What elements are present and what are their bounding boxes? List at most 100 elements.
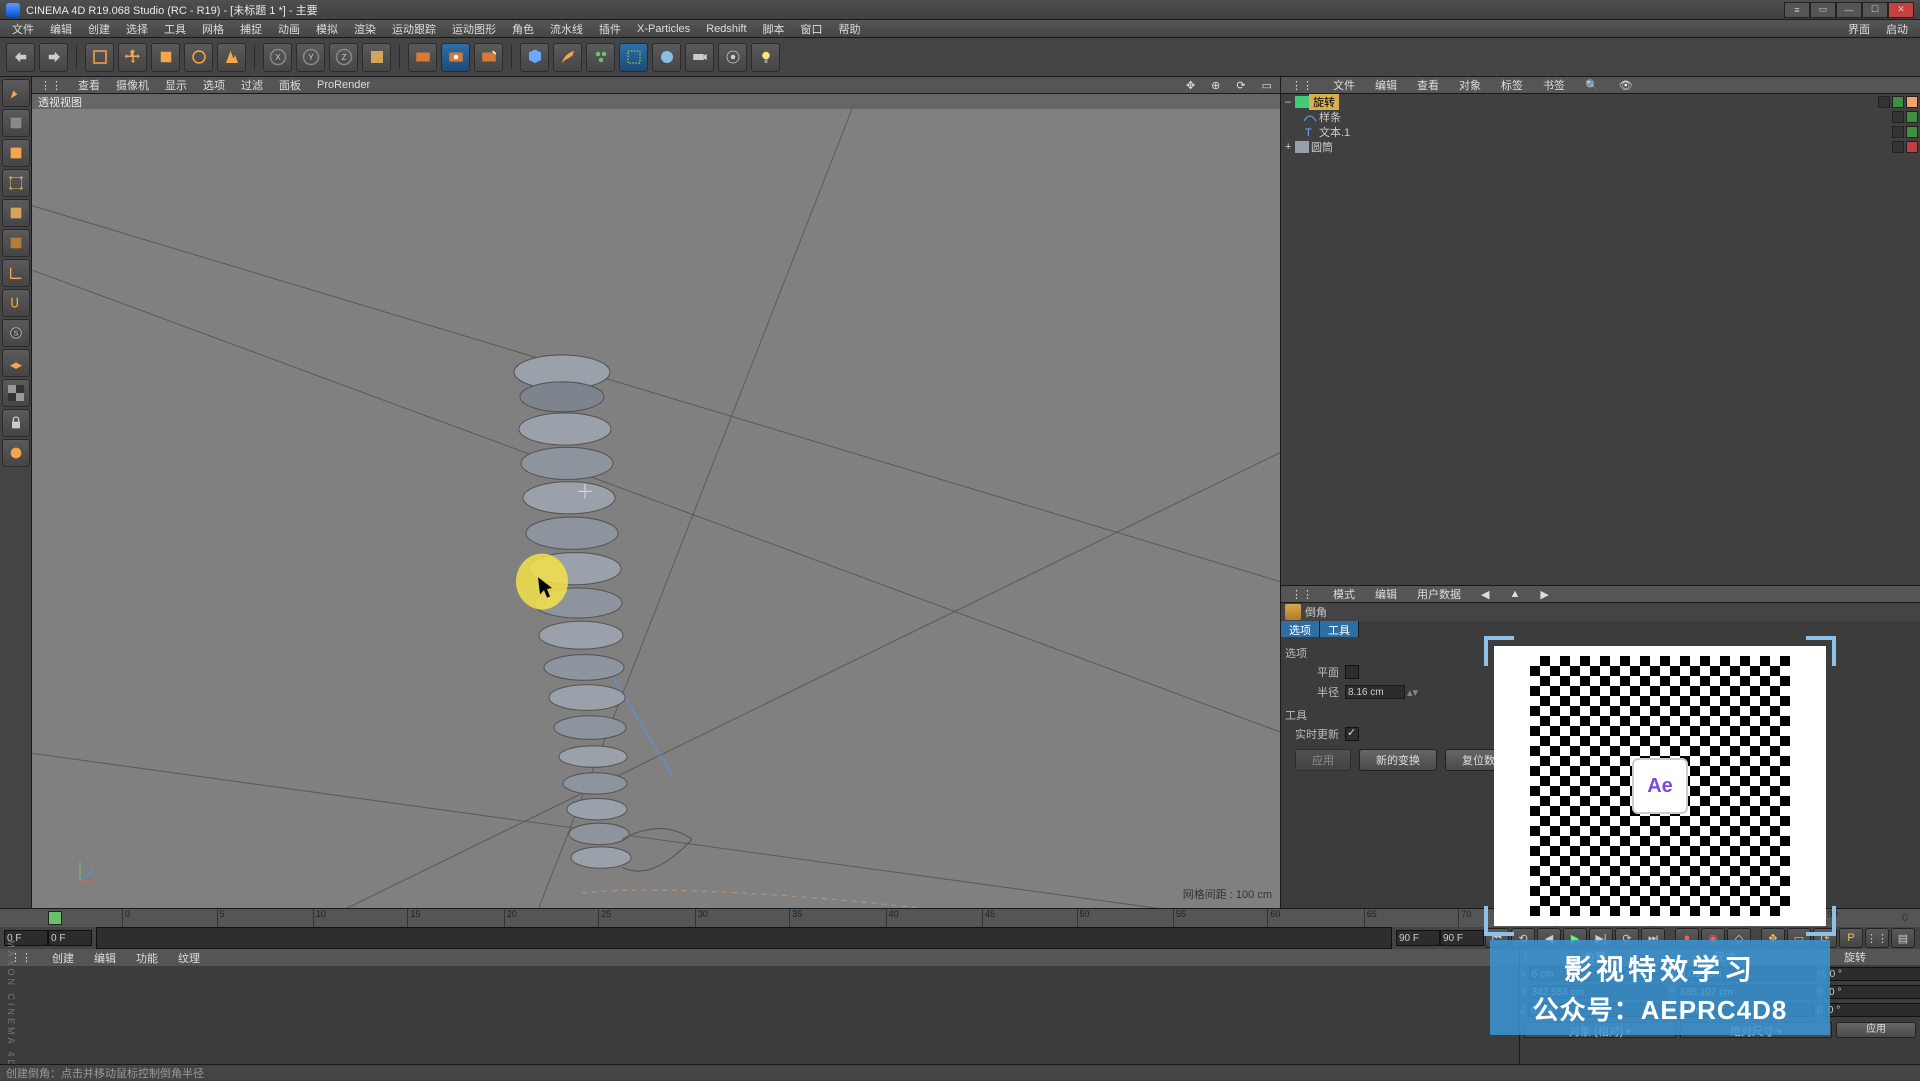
- menu-plugins[interactable]: 插件: [591, 21, 629, 37]
- menu-startup[interactable]: 启动: [1878, 21, 1916, 37]
- om-bookmark[interactable]: 书签: [1533, 77, 1575, 93]
- vm-filter[interactable]: 过滤: [233, 77, 271, 93]
- point-mode-icon[interactable]: [2, 169, 30, 197]
- menu-snap[interactable]: 捕捉: [232, 21, 270, 37]
- om-view[interactable]: 查看: [1407, 77, 1449, 93]
- y-lock-icon[interactable]: Y: [296, 43, 325, 72]
- key-all-icon[interactable]: ⋮⋮: [1865, 928, 1889, 948]
- menu-file[interactable]: 文件: [4, 21, 42, 37]
- om-eye-icon[interactable]: 👁: [1609, 79, 1643, 92]
- om-edit[interactable]: 编辑: [1365, 77, 1407, 93]
- rot-b-input[interactable]: [1825, 1003, 1920, 1017]
- om-search-icon[interactable]: 🔍: [1575, 79, 1609, 92]
- menu-pipeline[interactable]: 流水线: [542, 21, 591, 37]
- om-tag[interactable]: 标签: [1491, 77, 1533, 93]
- tree-row-spline[interactable]: 样条: [1281, 109, 1920, 124]
- menu-tools[interactable]: 工具: [156, 21, 194, 37]
- x-lock-icon[interactable]: X: [263, 43, 292, 72]
- am-userdata[interactable]: 用户数据: [1407, 586, 1471, 602]
- render-region-icon[interactable]: [441, 43, 470, 72]
- camera-tools-icon[interactable]: [685, 43, 714, 72]
- range-end-a-field[interactable]: [1396, 930, 1440, 946]
- menu-mograph[interactable]: 运动图形: [444, 21, 504, 37]
- tree-label[interactable]: 圆筒: [1309, 139, 1333, 155]
- menu-track[interactable]: 运动跟踪: [384, 21, 444, 37]
- tree-label[interactable]: 旋转: [1309, 94, 1339, 110]
- range-end-b-field[interactable]: [1440, 930, 1484, 946]
- tree-row-cylinder[interactable]: + 圆筒: [1281, 139, 1920, 154]
- radius-input[interactable]: [1345, 685, 1405, 699]
- environment-icon[interactable]: [652, 43, 681, 72]
- coord-apply-button[interactable]: 应用: [1836, 1022, 1916, 1038]
- mm-create[interactable]: 创建: [42, 950, 84, 966]
- menu-create[interactable]: 创建: [80, 21, 118, 37]
- om-grip-icon[interactable]: ⋮⋮: [1281, 79, 1323, 92]
- wb1[interactable]: ≡: [1784, 2, 1810, 18]
- key-options-icon[interactable]: ▤: [1891, 928, 1915, 948]
- menu-anim[interactable]: 动画: [270, 21, 308, 37]
- spinner-icon[interactable]: ▴▾: [1405, 686, 1418, 699]
- vm-prorender[interactable]: ProRender: [309, 79, 378, 91]
- render-settings-icon[interactable]: [474, 43, 503, 72]
- cloner-tool-icon[interactable]: [586, 43, 615, 72]
- move-tool-icon[interactable]: [118, 43, 147, 72]
- maximize-button[interactable]: ☐: [1862, 2, 1888, 18]
- menu-help[interactable]: 帮助: [831, 21, 869, 37]
- poly-mode-icon[interactable]: [2, 229, 30, 257]
- make-editable-icon[interactable]: [2, 79, 30, 107]
- snap-tool-icon[interactable]: S: [2, 319, 30, 347]
- menu-edit[interactable]: 编辑: [42, 21, 80, 37]
- redo-button[interactable]: [39, 43, 68, 72]
- vm-display[interactable]: 显示: [157, 77, 195, 93]
- plane-checkbox[interactable]: [1345, 665, 1359, 679]
- tree-label[interactable]: 文本.1: [1317, 124, 1350, 140]
- menu-layout[interactable]: 界面: [1840, 21, 1878, 37]
- am-edit[interactable]: 编辑: [1365, 586, 1407, 602]
- recent-tool-icon[interactable]: [217, 43, 246, 72]
- menu-sim[interactable]: 模拟: [308, 21, 346, 37]
- am-back-icon[interactable]: ◀: [1471, 588, 1499, 601]
- vm-camera[interactable]: 摄像机: [108, 77, 157, 93]
- subtab-tool[interactable]: 工具: [1320, 621, 1359, 637]
- tree-row-text[interactable]: T 文本.1: [1281, 124, 1920, 139]
- vm-view[interactable]: 查看: [70, 77, 108, 93]
- realtime-checkbox[interactable]: [1345, 727, 1359, 741]
- close-button[interactable]: ✕: [1888, 2, 1914, 18]
- subtab-options[interactable]: 选项: [1281, 621, 1320, 637]
- am-up-icon[interactable]: ▲: [1499, 588, 1530, 600]
- am-fwd-icon[interactable]: ▶: [1530, 588, 1558, 601]
- vp-nav-move-icon[interactable]: ✥: [1178, 79, 1203, 92]
- scrubber[interactable]: [96, 927, 1392, 949]
- vp-nav-rotate-icon[interactable]: ⟳: [1228, 79, 1253, 92]
- undo-button[interactable]: [6, 43, 35, 72]
- mm-edit[interactable]: 编辑: [84, 950, 126, 966]
- om-object[interactable]: 对象: [1449, 77, 1491, 93]
- snap-icon[interactable]: [718, 43, 747, 72]
- light-icon[interactable]: [751, 43, 780, 72]
- menu-character[interactable]: 角色: [504, 21, 542, 37]
- menu-window[interactable]: 窗口: [793, 21, 831, 37]
- model-mode-icon[interactable]: [2, 109, 30, 137]
- cube-object-icon[interactable]: [520, 43, 549, 72]
- object-tree[interactable]: – 旋转 样条 T 文本.1 + 圆筒: [1281, 94, 1920, 585]
- vp-nav-toggle-icon[interactable]: ▭: [1254, 79, 1280, 92]
- rot-p-input[interactable]: [1826, 985, 1920, 999]
- lock-tool-icon[interactable]: [2, 409, 30, 437]
- deformer-tool-icon[interactable]: [619, 43, 648, 72]
- am-grip-icon[interactable]: ⋮⋮: [1281, 588, 1323, 601]
- checker-icon[interactable]: [2, 379, 30, 407]
- viewport[interactable]: 网格间距 : 100 cm: [32, 109, 1280, 908]
- render-icon[interactable]: [408, 43, 437, 72]
- tree-row-lathe[interactable]: – 旋转: [1281, 94, 1920, 109]
- om-file[interactable]: 文件: [1323, 77, 1365, 93]
- z-lock-icon[interactable]: Z: [329, 43, 358, 72]
- apply-button[interactable]: 应用: [1295, 749, 1351, 771]
- param-key-icon[interactable]: P: [1839, 928, 1863, 948]
- workplane-icon[interactable]: [2, 349, 30, 377]
- tree-label[interactable]: 样条: [1317, 109, 1341, 125]
- current-frame-field[interactable]: [48, 930, 92, 946]
- wb2[interactable]: ▭: [1810, 2, 1836, 18]
- timeline-playhead-icon[interactable]: [48, 911, 62, 925]
- live-select-icon[interactable]: [85, 43, 114, 72]
- layer-tool-icon[interactable]: [2, 439, 30, 467]
